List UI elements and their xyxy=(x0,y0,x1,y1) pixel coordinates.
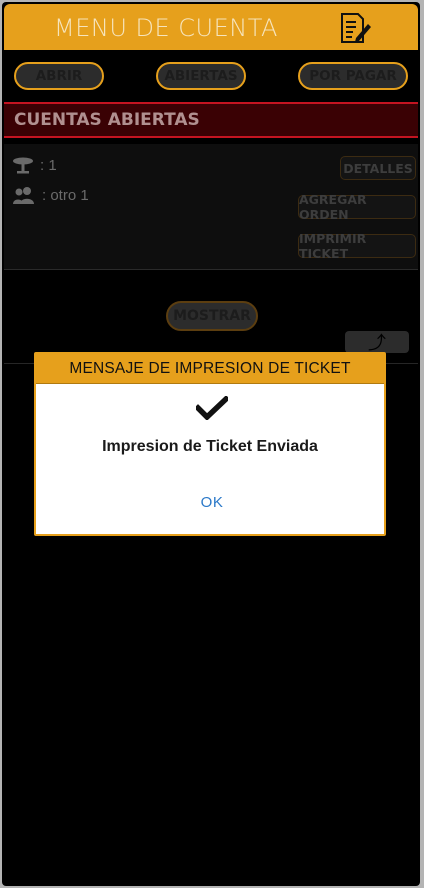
arrow-up-icon[interactable]: ⤴ xyxy=(345,331,409,353)
edit-document-icon[interactable] xyxy=(338,12,372,44)
dialog-title: MENSAJE DE IMPRESION DE TICKET xyxy=(36,354,384,384)
print-dialog: MENSAJE DE IMPRESION DE TICKET Impresion… xyxy=(34,352,386,536)
section-header: CUENTAS ABIERTAS xyxy=(4,102,418,138)
dialog-message: Impresion de Ticket Enviada xyxy=(102,438,318,455)
checkmark-icon xyxy=(196,396,228,420)
detalles-button[interactable]: DETALLES xyxy=(340,156,416,180)
page-title: MENU DE CUENTA xyxy=(54,14,278,42)
list-controls: MOSTRAR ⤴ xyxy=(4,272,418,364)
users-icon xyxy=(13,187,34,204)
section-title: CUENTAS ABIERTAS xyxy=(14,110,200,130)
table-info: : 1 xyxy=(12,156,57,174)
agregar-orden-button[interactable]: AGREGAR ORDEN xyxy=(298,192,416,222)
table-number: : 1 xyxy=(40,156,57,174)
mostrar-button[interactable]: MOSTRAR xyxy=(166,301,258,331)
abiertas-button[interactable]: ABIERTAS xyxy=(156,62,246,90)
por-pagar-button[interactable]: POR PAGAR xyxy=(298,62,408,90)
people-info: : otro 1 xyxy=(12,186,89,204)
imprimir-ticket-button[interactable]: IMPRIMIR TICKET xyxy=(298,231,416,261)
table-icon xyxy=(13,157,33,174)
account-card: : 1 : otro 1 DETALLES AGREGAR ORDEN IMPR… xyxy=(4,144,418,270)
abrir-button[interactable]: ABRIR xyxy=(14,62,104,90)
toolbar: ABRIR ABIERTAS POR PAGAR xyxy=(2,50,420,102)
people-label: : otro 1 xyxy=(42,186,89,204)
header-bar: MENU DE CUENTA xyxy=(4,4,418,50)
ok-button[interactable]: OK xyxy=(196,494,228,511)
